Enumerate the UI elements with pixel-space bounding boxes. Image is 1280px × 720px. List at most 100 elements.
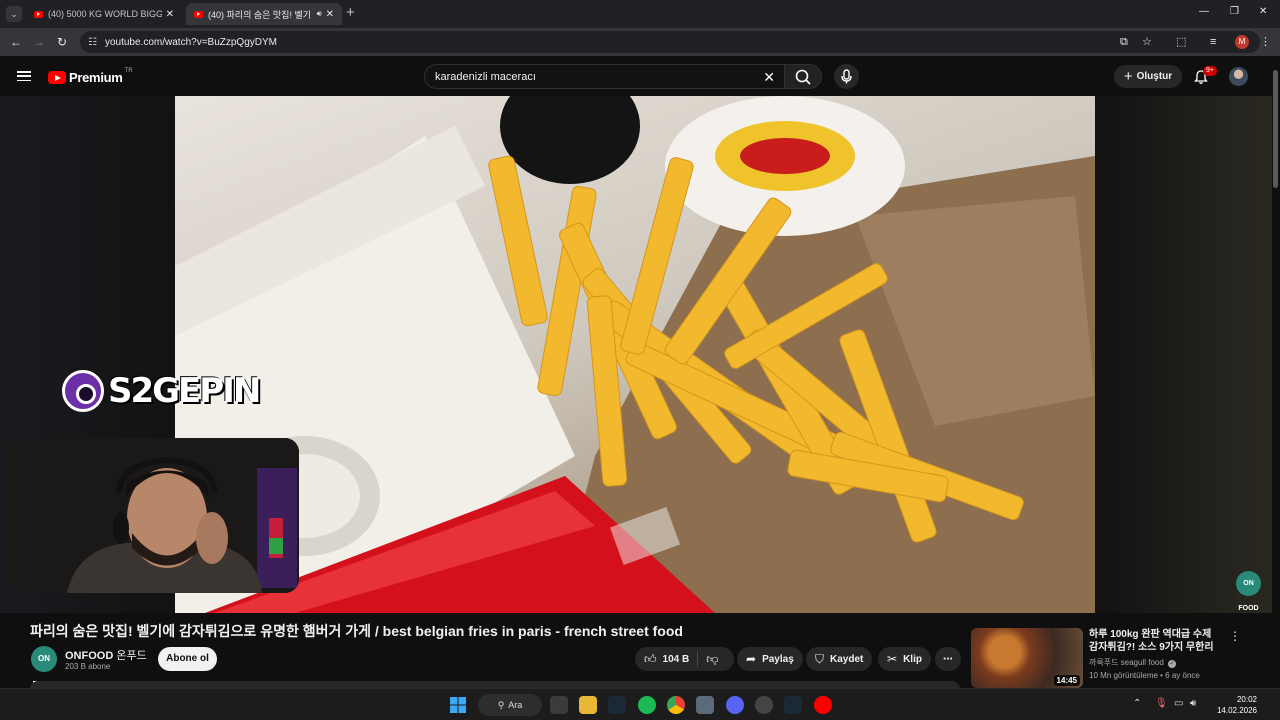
browser-toolbar: ← → ↻ ☷ youtube.com/watch?v=BuZzpQgyDYM … [0, 28, 1280, 56]
recommendation-menu-icon[interactable]: ⋮ [1229, 629, 1241, 643]
subscribe-button[interactable]: Abone ol [158, 647, 217, 671]
channel-name[interactable]: ONFOOD 온푸드 [65, 647, 147, 663]
speaker-icon[interactable]: 🔊︎ [317, 9, 322, 19]
like-button[interactable]: 👍︎ 104 B [644, 652, 689, 667]
dislike-button[interactable]: 👎︎ [706, 652, 734, 667]
save-button[interactable]: ⛉ Kaydet [806, 647, 873, 671]
voice-search-button[interactable] [834, 64, 859, 89]
rec-title-bold: 100kg [1110, 629, 1139, 640]
watermark-text: S2GEPIN [108, 371, 261, 411]
create-label: Oluştur [1136, 71, 1173, 82]
share-arrow-icon: ➦ [746, 652, 757, 666]
volume-tray-icon[interactable]: 🔊︎ [1190, 698, 1196, 710]
chrome-icon[interactable] [667, 696, 685, 714]
video-frame [175, 96, 1095, 613]
clear-search-icon[interactable]: ✕ [763, 70, 775, 84]
streamer-webcam-image [7, 438, 299, 593]
cast-icon[interactable]: ⧉ [1120, 35, 1128, 49]
windows-start-icon[interactable] [450, 697, 466, 713]
share-button[interactable]: ➦ Paylaş [737, 647, 803, 671]
scrollbar-thumb[interactable] [1273, 70, 1278, 188]
tab-title: (40) 파리의 숨은 맛집! 벨기 [208, 9, 312, 20]
taskbar-clock[interactable]: 20:02 14.02.2026 [1207, 694, 1257, 716]
youtube-premium-logo[interactable]: Premium TR [48, 68, 133, 85]
account-avatar[interactable] [1229, 67, 1248, 86]
display-tray-icon[interactable]: ▭ [1174, 698, 1183, 710]
channel-branding-watermark[interactable]: ON FOOD [1236, 571, 1261, 612]
recommendation-thumbnail[interactable]: 14:45 [971, 628, 1083, 688]
browser-tab-2[interactable]: (40) 파리의 숨은 맛집! 벨기 🔊︎ ✕ [186, 3, 342, 25]
store-icon[interactable] [550, 696, 568, 714]
spotify-icon[interactable] [638, 696, 656, 714]
channel-name-primary: ONFOOD [65, 650, 114, 662]
file-explorer-icon[interactable] [579, 696, 597, 714]
app-icon[interactable] [696, 696, 714, 714]
youtube-favicon-icon [194, 10, 203, 18]
steam-icon[interactable] [784, 696, 802, 714]
url-text: youtube.com/watch?v=BuZzpQgyDYM [104, 36, 277, 48]
channel-name-suffix: 온푸드 [116, 650, 147, 662]
forward-arrow-icon[interactable]: → [33, 35, 45, 49]
youtube-play-icon [48, 71, 66, 84]
rec-channel-name: 까룩푸드 seagull food [1089, 658, 1164, 667]
subscriber-count: 203 B abone [65, 662, 111, 671]
microphone-tray-icon[interactable]: 🎙︎ [1155, 698, 1168, 710]
create-button[interactable]: + Oluştur [1114, 65, 1182, 88]
windows-taskbar: ⚲ Ara ⌃ 🎙︎ ▭ 🔊︎ 20:02 14.02.2026 [0, 688, 1280, 720]
like-divider [697, 651, 699, 667]
bookmark-icon: ⛉ [815, 651, 825, 666]
bookmark-star-icon[interactable]: ☆ [1142, 35, 1152, 49]
site-info-icon[interactable]: ☷ [88, 37, 97, 48]
tab-title: (40) 5000 KG WORLD BIGGEST [48, 9, 162, 19]
taskbar-search-label: Ara [508, 700, 523, 710]
fries-video-image [175, 96, 1095, 613]
extensions-icon[interactable]: ⬚ [1176, 35, 1186, 49]
reading-list-icon[interactable]: ≡ [1210, 35, 1216, 49]
close-tab-icon[interactable]: ✕ [326, 9, 334, 20]
menu-kebab-icon[interactable]: ⋮ [1260, 35, 1271, 49]
recommendation-channel[interactable]: 까룩푸드 seagull food ✓ [1089, 657, 1177, 668]
youtube-favicon-icon [34, 10, 43, 18]
browser-tab-strip: ⌄ (40) 5000 KG WORLD BIGGEST ✕ (40) 파리의 … [0, 0, 1280, 28]
browser-tab-1[interactable]: (40) 5000 KG WORLD BIGGEST ✕ [26, 3, 182, 25]
browser-profile-avatar[interactable]: M [1235, 35, 1249, 49]
new-tab-icon[interactable]: + [346, 5, 355, 21]
recommendation-title[interactable]: 하루 100kg 완판 역대급 수제 감자튀김?! 소스 9가지 무한리필 … [1089, 628, 1221, 654]
steam-icon[interactable] [608, 696, 626, 714]
youtube-header: Premium TR karadenizli maceracı ✕ + Oluş… [0, 56, 1272, 96]
taskbar-search[interactable]: ⚲ Ara [478, 694, 542, 716]
channel-avatar[interactable]: ON FOOD [31, 646, 57, 689]
reload-icon[interactable]: ↻ [57, 35, 67, 49]
minimize-icon[interactable]: — [1199, 6, 1209, 17]
discord-icon[interactable] [726, 696, 744, 714]
close-tab-icon[interactable]: ✕ [166, 9, 174, 20]
more-actions-button[interactable]: ⋯ [935, 647, 961, 671]
verified-check-icon: ✓ [1168, 660, 1177, 668]
restore-icon[interactable]: ❐ [1230, 6, 1239, 17]
video-player[interactable]: S2GEPIN ON FOOD [0, 96, 1272, 613]
address-bar[interactable]: ☷ youtube.com/watch?v=BuZzpQgyDYM [80, 31, 1260, 53]
close-window-icon[interactable]: ✕ [1259, 6, 1267, 17]
search-icon [795, 69, 811, 85]
app-icon[interactable] [755, 696, 773, 714]
video-duration: 14:45 [1053, 675, 1080, 686]
search-query-text: karadenizli maceracı [435, 70, 536, 83]
clip-button[interactable]: ✂ Klip [878, 647, 931, 671]
clock-date: 14.02.2026 [1216, 706, 1257, 715]
clock-time: 20:02 [1236, 695, 1257, 704]
plus-icon: + [1123, 67, 1133, 85]
back-arrow-icon[interactable]: ← [10, 35, 22, 49]
search-button[interactable] [784, 64, 822, 89]
youtube-app-icon[interactable] [814, 696, 832, 714]
search-input[interactable]: karadenizli maceracı ✕ [424, 64, 786, 89]
taskbar-search-icon: ⚲ [497, 699, 505, 710]
tray-overflow-icon[interactable]: ⌃ [1133, 698, 1141, 710]
microphone-icon [841, 69, 852, 84]
share-label: Paylaş [762, 653, 794, 665]
rec-title-prefix: 하루 [1089, 629, 1111, 640]
logo-wordmark: Premium [69, 70, 123, 85]
thumbs-up-icon: 👍︎ [644, 651, 657, 666]
tab-search-icon[interactable]: ⌄ [6, 6, 22, 22]
hamburger-menu-icon[interactable] [17, 71, 31, 82]
webcam-overlay [7, 438, 299, 593]
